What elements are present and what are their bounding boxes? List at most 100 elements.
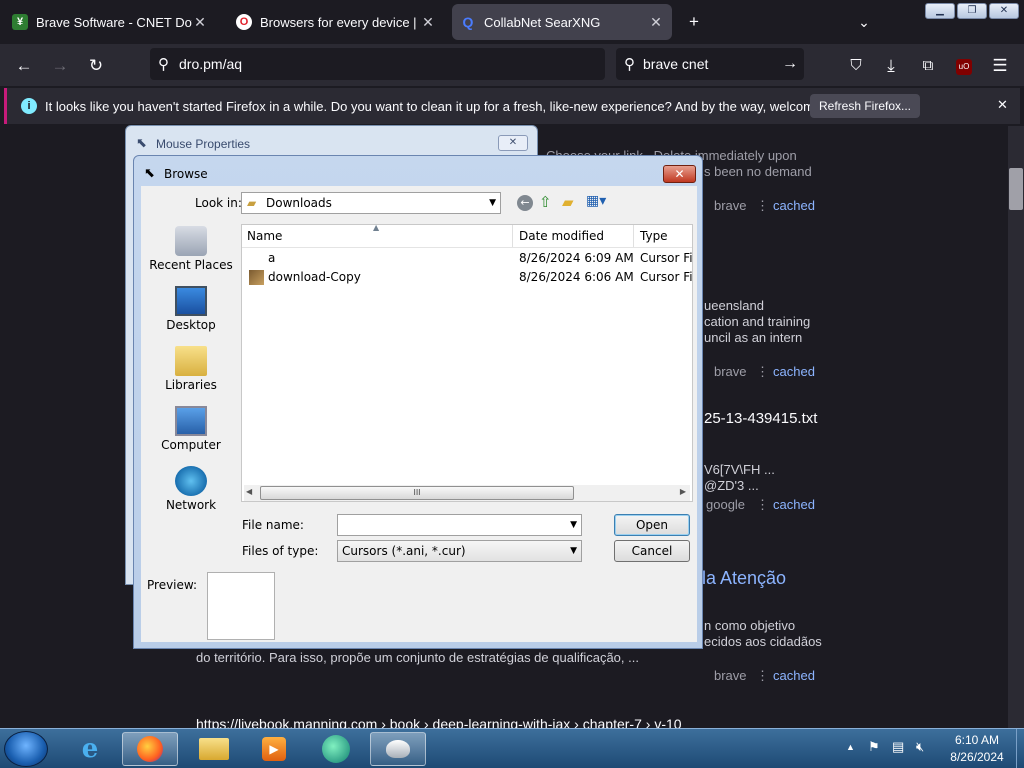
mouse-properties-icon[interactable] (370, 732, 426, 766)
scroll-left-icon[interactable]: ◀ (246, 487, 252, 496)
file-name: download-Copy (268, 270, 361, 284)
app-icon[interactable] (308, 732, 364, 766)
internet-explorer-icon[interactable]: e (62, 732, 118, 766)
show-hidden-icons[interactable]: ▲ (846, 742, 855, 752)
result-title[interactable]: la Atenção (702, 568, 786, 589)
preview-label: Preview: (147, 578, 198, 592)
close-tab-icon[interactable]: ✕ (192, 14, 208, 31)
file-row-download-copy[interactable]: download-Copy 8/26/2024 6:06 AM Cursor F… (242, 268, 692, 287)
close-button[interactable]: ✕ (498, 135, 528, 151)
column-header-date[interactable]: Date modified (514, 225, 634, 247)
horizontal-scrollbar[interactable]: ◀ III ▶ (244, 485, 690, 501)
file-row-a[interactable]: a 8/26/2024 6:09 AM Cursor File (242, 249, 692, 268)
place-recent-places[interactable]: Recent Places (144, 224, 238, 282)
browse-dialog: ⬉ Browse ✕ Look in: ▰ Downloads ▼ ← ⇧ ▰ … (133, 155, 703, 649)
result-snippet: uncil as an intern (704, 330, 803, 345)
place-computer[interactable]: Computer (144, 404, 238, 462)
result-engine: brave (714, 364, 747, 379)
scroll-right-icon[interactable]: ▶ (680, 487, 686, 496)
cached-link[interactable]: cached (773, 198, 815, 213)
clock-time[interactable]: 6:10 AM (944, 733, 1010, 747)
cached-link[interactable]: cached (773, 668, 815, 683)
open-button[interactable]: Open (614, 514, 690, 536)
pocket-icon[interactable]: ⛉ (842, 52, 870, 80)
start-button[interactable] (4, 731, 48, 767)
extensions-icon[interactable]: ⧉ (914, 52, 942, 80)
dialog-body: Look in: ▰ Downloads ▼ ← ⇧ ▰ ▦▾ Recent P… (141, 186, 697, 642)
result-snippet: do território. Para isso, propõe um conj… (196, 650, 639, 665)
file-name: a (268, 251, 276, 265)
place-libraries[interactable]: Libraries (144, 344, 238, 402)
chevron-down-icon: ▼ (570, 520, 577, 530)
go-arrow-icon[interactable]: → (782, 55, 798, 73)
new-tab-icon[interactable]: + (680, 8, 708, 36)
menu-icon[interactable]: ☰ (986, 52, 1014, 80)
place-label: Network (165, 498, 217, 512)
dialog-title: Browse (164, 167, 208, 181)
result-snippet: V6[7V\FH ... (704, 462, 775, 477)
action-center-flag-icon[interactable]: ⚑ (868, 739, 880, 755)
scroll-thumb[interactable]: III (260, 486, 574, 500)
sort-ascending-icon: ▲ (373, 223, 380, 232)
downloads-icon[interactable]: ⤓ (877, 52, 905, 80)
result-title[interactable]: 25-13-439415.txt (704, 410, 817, 427)
search-icon: ⚲ (624, 56, 635, 73)
close-tab-icon[interactable]: ✕ (648, 14, 664, 31)
result-snippet: ecidos aos cidadãos (704, 634, 822, 649)
place-label: Recent Places (149, 258, 233, 272)
place-network[interactable]: Network (144, 464, 238, 522)
back-arrow-icon[interactable]: ← (10, 52, 38, 80)
network-globe-icon (175, 466, 207, 496)
result-engine: brave (714, 668, 747, 683)
close-window-button[interactable]: ✕ (989, 3, 1019, 19)
cursor-icon: ⬉ (144, 166, 155, 181)
clock-date[interactable]: 8/26/2024 (944, 750, 1010, 764)
cancel-button[interactable]: Cancel (614, 540, 690, 562)
opera-favicon-icon: O (236, 14, 252, 30)
place-desktop[interactable]: Desktop (144, 284, 238, 342)
tab-searxng[interactable]: Q CollabNet SearXNG ✕ (452, 4, 672, 40)
page-scrollbar-thumb[interactable] (1009, 168, 1023, 210)
search-bar[interactable]: ⚲ brave cnet → (616, 48, 804, 80)
refresh-firefox-button[interactable]: Refresh Firefox... (810, 94, 920, 118)
network-icon[interactable]: ▤ (892, 739, 904, 755)
mouse-icon: ⬉ (136, 135, 147, 150)
ublock-icon[interactable]: uO (950, 52, 978, 80)
reload-icon[interactable]: ↻ (82, 52, 110, 80)
cached-link[interactable]: cached (773, 364, 815, 379)
show-desktop-button[interactable] (1016, 729, 1024, 768)
new-folder-icon[interactable]: ▰ (562, 193, 574, 211)
close-button[interactable]: ✕ (663, 165, 696, 183)
list-all-tabs-icon[interactable]: ⌄ (850, 8, 878, 36)
up-folder-icon[interactable]: ⇧ (539, 193, 552, 211)
close-notification-icon[interactable]: ✕ (997, 97, 1008, 113)
searxng-favicon-icon: Q (462, 14, 474, 30)
media-player-icon[interactable]: ▶ (246, 732, 302, 766)
cached-link[interactable]: cached (773, 497, 815, 512)
place-label: Desktop (166, 318, 216, 332)
result-snippet: ueensland (704, 298, 764, 313)
look-in-select[interactable]: ▰ Downloads ▼ (241, 192, 501, 214)
firefox-icon[interactable] (122, 732, 178, 766)
file-name-input[interactable]: ▼ (337, 514, 582, 536)
restore-button[interactable]: ❐ (957, 3, 987, 19)
look-in-label: Look in: (195, 196, 242, 210)
file-list[interactable]: Name ▲ Date modified Type a 8/26/2024 6:… (241, 223, 693, 502)
forward-arrow-icon[interactable]: → (46, 52, 74, 80)
page-scrollbar[interactable] (1008, 126, 1024, 728)
libraries-icon (175, 346, 207, 376)
close-tab-icon[interactable]: ✕ (420, 14, 436, 31)
back-icon[interactable]: ← (517, 195, 533, 211)
file-explorer-icon[interactable] (186, 732, 242, 766)
column-header-type[interactable]: Type (635, 225, 693, 247)
url-bar[interactable]: ⚲ dro.pm/aq (150, 48, 605, 80)
files-of-type-select[interactable]: Cursors (*.ani, *.cur) ▼ (337, 540, 582, 562)
view-menu-icon[interactable]: ▦▾ (586, 193, 606, 209)
result-snippet: @ZD'3 ... (704, 478, 759, 493)
recent-places-icon (175, 226, 207, 256)
volume-muted-icon[interactable]: 🔇︎ (916, 739, 924, 755)
place-label: Libraries (165, 378, 217, 392)
minimize-button[interactable]: ▁ (925, 3, 955, 19)
tab-cnet[interactable]: ¥ Brave Software - CNET Downlo ✕ (4, 4, 216, 40)
tab-opera[interactable]: O Browsers for every device | Ope ✕ (228, 4, 444, 40)
